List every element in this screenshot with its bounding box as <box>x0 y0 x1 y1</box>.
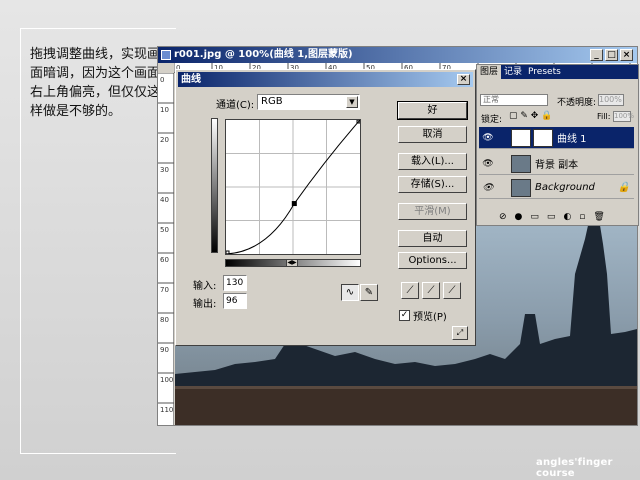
maximize-button[interactable]: □ <box>605 49 618 61</box>
ruler-label: 20 <box>160 136 169 144</box>
ruler-label: 40 <box>160 196 169 204</box>
preview-label: 预览(P) <box>413 312 447 323</box>
ruler-label: 0 <box>160 76 164 84</box>
mask-thumbnail[interactable] <box>533 128 553 147</box>
minimize-button[interactable]: _ <box>590 49 603 61</box>
cancel-button[interactable]: 取消 <box>398 126 467 143</box>
layers-panel[interactable]: 图层 记录 Presets 正常 不透明度: 100% 锁定: ▢ ✎ ✥ 🔒 … <box>476 64 639 226</box>
eye-icon[interactable]: 👁 <box>481 131 495 145</box>
ruler-label: 90 <box>160 346 169 354</box>
curve-point-tool-icon[interactable]: ∿ <box>341 284 359 301</box>
vertical-ruler[interactable]: 0102030405060708090100110120 <box>158 72 174 444</box>
input-label: 输入: <box>193 281 217 292</box>
note-text: 拖拽调整曲线，实现画面暗调，因为这个画面右上角偏亮，但仅仅这样做是不够的。 <box>30 47 161 119</box>
blend-mode-select[interactable]: 正常 <box>480 94 548 106</box>
close-button[interactable]: × <box>620 49 633 61</box>
lock-icons[interactable]: ▢ ✎ ✥ 🔒 <box>509 111 552 121</box>
layers-footer: ⊘ ● ▭ ▭ ◐ ▫ 🗑 <box>479 212 634 224</box>
chevron-down-icon[interactable]: ▼ <box>346 96 358 108</box>
lock-label: 锁定: <box>481 115 503 125</box>
fill-field[interactable]: 100% <box>613 111 634 122</box>
tab-presets[interactable]: Presets <box>525 65 564 79</box>
document-title-bar[interactable]: r001.jpg @ 100%(曲线 1,图层蒙版) _ □ × <box>158 47 637 63</box>
ruler-label: 30 <box>160 166 169 174</box>
dialog-close-button[interactable]: × <box>457 74 470 85</box>
eyedropper-group: ⟋ ⟋ ⟋ <box>401 282 461 299</box>
input-gradient-bar: ◀▶ <box>225 259 361 267</box>
tab-history[interactable]: 记录 <box>501 65 525 79</box>
adjustment-icon[interactable]: ◐ <box>563 212 571 224</box>
ruler-label: 10 <box>160 106 169 114</box>
layers-tabs: 图层 记录 Presets <box>477 65 638 79</box>
curves-dialog-title: 曲线 <box>181 74 201 85</box>
folder-icon[interactable]: ▭ <box>547 212 556 224</box>
fx-icon[interactable]: ● <box>515 212 523 224</box>
options-button[interactable]: Options... <box>398 252 467 269</box>
load-button[interactable]: 载入(L)... <box>398 153 467 170</box>
white-eyedropper-icon[interactable]: ⟋ <box>443 282 461 299</box>
ok-button[interactable]: 好 <box>397 101 468 120</box>
ruler-label: 80 <box>160 316 169 324</box>
output-gradient-bar <box>211 118 218 253</box>
curve-tool-group: ∿ ✎ <box>341 284 378 301</box>
opacity-label: 不透明度: <box>557 98 597 108</box>
expand-dialog-icon[interactable]: ⤢ <box>452 326 468 340</box>
curves-dialog-title-bar[interactable]: 曲线 × <box>178 72 473 87</box>
curve-control-point[interactable] <box>291 201 297 207</box>
ruler-label: 110 <box>160 406 173 414</box>
ruler-label: 50 <box>160 226 169 234</box>
layer-name: 背景 副本 <box>535 160 579 171</box>
fill-label: Fill: <box>597 112 611 121</box>
curve-grid <box>226 120 360 254</box>
lock-icon: 🔒 <box>617 182 630 193</box>
gray-eyedropper-icon[interactable]: ⟋ <box>422 282 440 299</box>
trash-icon[interactable]: 🗑 <box>593 212 604 224</box>
layer-background-copy[interactable]: 👁 背景 副本 <box>479 153 634 175</box>
pencil-tool-icon[interactable]: ✎ <box>360 284 378 301</box>
layer-name: 曲线 1 <box>557 134 587 145</box>
layer-background[interactable]: 👁 Background 🔒 <box>479 177 634 199</box>
layer-thumbnail <box>511 178 531 197</box>
layer-curves-1[interactable]: 👁 曲线 1 <box>479 127 634 149</box>
curves-dialog[interactable]: 曲线 × 通道(C): RGB ▼ ◀▶ 输入: 130 输出: 96 ∿ ✎ … <box>175 69 476 346</box>
save-button[interactable]: 存储(S)... <box>398 176 467 193</box>
output-label: 输出: <box>193 299 217 310</box>
smooth-button[interactable]: 平滑(M) <box>398 203 467 220</box>
black-eyedropper-icon[interactable]: ⟋ <box>401 282 419 299</box>
ruler-label: 60 <box>160 256 169 264</box>
opacity-field[interactable]: 100% <box>598 94 624 106</box>
ruler-ticks-vertical: 0102030405060708090100110120 <box>158 72 174 444</box>
curve-graph[interactable] <box>225 119 361 255</box>
layer-name: Background <box>535 182 595 193</box>
tab-layers[interactable]: 图层 <box>477 65 502 79</box>
channel-label: 通道(C): <box>216 100 255 111</box>
eye-icon[interactable]: 👁 <box>481 157 495 171</box>
channel-value: RGB <box>261 96 283 107</box>
layer-thumbnail <box>511 128 531 147</box>
gradient-toggle-arrows[interactable]: ◀▶ <box>286 259 298 267</box>
curve-canvas[interactable] <box>225 119 361 255</box>
new-layer-icon[interactable]: ▫ <box>579 212 585 224</box>
document-icon <box>161 50 171 60</box>
course-credit: angles'finger course <box>536 457 613 479</box>
layer-thumbnail <box>511 154 531 173</box>
link-icon[interactable]: ⊘ <box>499 212 507 224</box>
mask-icon[interactable]: ▭ <box>530 212 539 224</box>
channel-select[interactable]: RGB ▼ <box>257 94 360 110</box>
curve-endpoint-low[interactable] <box>225 250 230 255</box>
input-field[interactable]: 130 <box>223 275 247 291</box>
output-field[interactable]: 96 <box>223 293 247 309</box>
preview-toggle[interactable]: ✓ 预览(P) <box>399 308 447 323</box>
preview-checkbox[interactable]: ✓ <box>399 310 410 321</box>
auto-button[interactable]: 自动 <box>398 230 467 247</box>
ruler-label: 100 <box>160 376 173 384</box>
document-title: r001.jpg @ 100%(曲线 1,图层蒙版) <box>174 49 353 60</box>
ruler-label: 70 <box>160 286 169 294</box>
eye-icon[interactable]: 👁 <box>481 181 495 195</box>
